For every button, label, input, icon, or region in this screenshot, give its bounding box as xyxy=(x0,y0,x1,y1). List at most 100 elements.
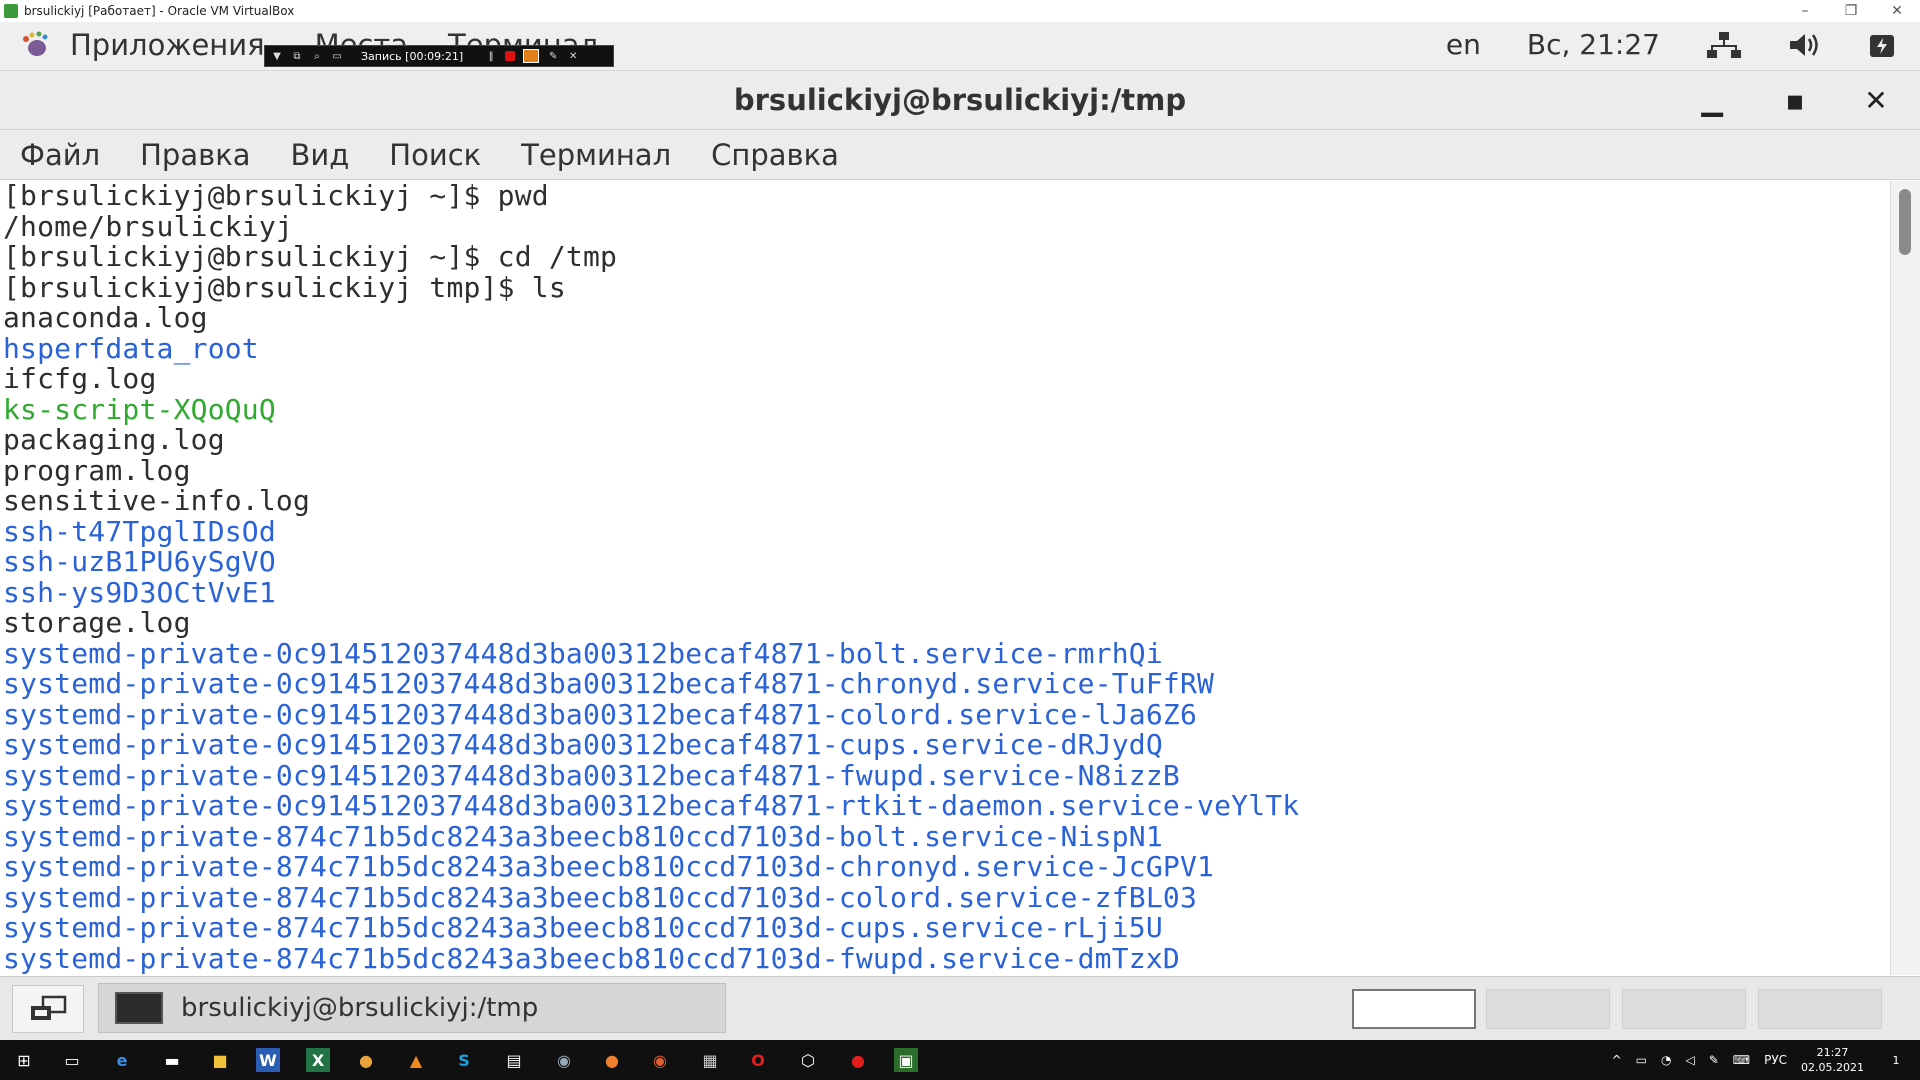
terminal-line: ssh-uzB1PU6ySgVO xyxy=(3,545,276,578)
system-clock[interactable]: 21:27 02.05.2021 xyxy=(1801,1045,1864,1075)
vbox-vm-icon[interactable]: ▣ xyxy=(894,1048,918,1072)
pen-workspace-icon[interactable]: ✎ xyxy=(1709,1053,1719,1067)
terminal-scrollbar[interactable] xyxy=(1890,181,1920,975)
terminal-line: [brsulickiyj@brsulickiyj ~]$ cd /tmp xyxy=(3,240,618,273)
record-icon[interactable] xyxy=(505,51,516,61)
gnome-bottom-panel: brsulickiyj@brsulickiyj:/tmp xyxy=(0,976,1920,1041)
speaker-icon[interactable]: ◁ xyxy=(1685,1053,1694,1067)
applications-menu[interactable]: Приложения xyxy=(70,28,265,62)
notepad-icon[interactable]: ▤ xyxy=(502,1048,526,1072)
panel-clock[interactable]: Вс, 21:27 xyxy=(1527,28,1660,61)
start-icon[interactable]: ⊞ xyxy=(12,1048,36,1072)
terminal-window-title: brsulickiyj@brsulickiyj:/tmp xyxy=(733,83,1187,117)
show-desktop-button[interactable] xyxy=(12,985,84,1033)
close-icon[interactable]: ✕ xyxy=(1856,83,1896,117)
battery-icon[interactable]: ▭ xyxy=(1636,1053,1647,1067)
wifi-icon[interactable]: ◔ xyxy=(1661,1053,1671,1067)
camera-icon[interactable] xyxy=(523,49,540,63)
tray-expand-icon[interactable]: ^ xyxy=(1612,1053,1622,1067)
recording-toolbar: ▼ ⧉ ⌕ ▭ Запись [00:09:21] ‖ ✎ ✕ xyxy=(264,45,614,67)
firefox-dev-icon[interactable]: ◉ xyxy=(648,1048,672,1072)
keyboard-layout-indicator[interactable]: en xyxy=(1446,28,1481,61)
excel-icon[interactable]: X xyxy=(306,1048,330,1072)
clock-time: 21:27 xyxy=(1816,1046,1849,1059)
show-desktop-icon xyxy=(31,995,67,1020)
pause-icon[interactable]: ‖ xyxy=(485,50,497,62)
terminal-line: packaging.log xyxy=(3,423,225,456)
system-tray: ^ ▭ ◔ ◁ ✎ ⌨ РУС 21:27 02.05.2021 xyxy=(1612,1040,1864,1080)
region-icon[interactable]: ▭ xyxy=(331,50,343,62)
terminal-line: systemd-private-0c914512037448d3ba00312b… xyxy=(3,697,1198,731)
explorer-icon[interactable]: ■ xyxy=(208,1048,232,1072)
host-window-buttons: – ❐ ✕ xyxy=(1782,0,1920,22)
terminal-line: systemd-private-874c71b5dc8243a3beecb810… xyxy=(3,911,1163,944)
minimize-icon[interactable]: ▁ xyxy=(1692,83,1732,117)
maximize-icon[interactable]: ▪ xyxy=(1775,83,1815,117)
terminal-line: systemd-private-874c71b5dc8243a3beecb810… xyxy=(3,941,1180,975)
terminal-menubar: Файл Правка Вид Поиск Терминал Справка xyxy=(0,130,1920,180)
terminal-line: ssh-t47TpglIDsOd xyxy=(3,514,276,548)
menu-edit[interactable]: Правка xyxy=(140,138,250,172)
windows-taskbar: ⊞ ▭ e ▬ ■ W X ● ▲ S ▤ ◉ ● ◉ ▦ O ⬡ ● ▣ ^ … xyxy=(0,1040,1920,1080)
close-icon[interactable]: ✕ xyxy=(1874,0,1920,22)
terminal-line: anaconda.log xyxy=(3,301,208,334)
terminal-line: ks-script-XQoQuQ xyxy=(3,392,276,426)
dropdown-icon[interactable]: ▼ xyxy=(271,50,283,62)
terminal-line: storage.log xyxy=(3,606,191,639)
volume-icon[interactable] xyxy=(1788,31,1822,59)
menu-file[interactable]: Файл xyxy=(20,138,100,172)
clock-date: 02.05.2021 xyxy=(1801,1061,1864,1074)
close-icon[interactable]: ✕ xyxy=(567,50,579,62)
steam-icon[interactable]: ◉ xyxy=(552,1048,576,1072)
taskbar-terminal-window[interactable]: brsulickiyj@brsulickiyj:/tmp xyxy=(98,983,726,1033)
workspace-2[interactable] xyxy=(1486,989,1610,1029)
terminal-line: systemd-private-0c914512037448d3ba00312b… xyxy=(3,789,1300,822)
virtualbox-icon[interactable]: ⬡ xyxy=(796,1048,820,1072)
terminal-line: program.log xyxy=(3,453,191,487)
taskbar-terminal-label: brsulickiyj@brsulickiyj:/tmp xyxy=(181,993,539,1023)
skype-icon[interactable]: S xyxy=(452,1048,476,1072)
terminal-line: systemd-private-0c914512037448d3ba00312b… xyxy=(3,728,1163,761)
terminal-line: hsperfdata_root xyxy=(3,331,259,365)
terminal-output[interactable]: [brsulickiyj@brsulickiyj ~]$ pwd/home/br… xyxy=(0,181,1890,975)
menu-help[interactable]: Справка xyxy=(711,138,839,172)
notification-count: 1 xyxy=(1892,1053,1900,1067)
window-icon[interactable]: ⧉ xyxy=(291,50,303,62)
power-icon[interactable] xyxy=(1868,31,1896,59)
network-icon[interactable] xyxy=(1706,30,1742,60)
terminal-line: systemd-private-874c71b5dc8243a3beecb810… xyxy=(3,880,1198,914)
terminal-line: systemd-private-0c914512037448d3ba00312b… xyxy=(3,758,1180,792)
firefox-icon[interactable]: ● xyxy=(600,1048,624,1072)
keyboard-icon[interactable]: ⌨ xyxy=(1733,1053,1750,1067)
chrome-icon[interactable]: ● xyxy=(354,1048,378,1072)
pen-icon[interactable]: ✎ xyxy=(547,50,559,62)
record-app-icon[interactable]: ● xyxy=(846,1048,870,1072)
task-view-icon[interactable]: ▭ xyxy=(60,1048,84,1072)
restore-icon[interactable]: ❐ xyxy=(1828,0,1874,22)
terminal-line: [brsulickiyj@brsulickiyj tmp]$ ls xyxy=(3,270,566,304)
tray-language[interactable]: РУС xyxy=(1764,1053,1787,1067)
terminal-line: systemd-private-0c914512037448d3ba00312b… xyxy=(3,636,1163,670)
workspace-4[interactable] xyxy=(1758,989,1882,1029)
workspace-3[interactable] xyxy=(1622,989,1746,1029)
files-icon[interactable]: ▦ xyxy=(698,1048,722,1072)
cmd-icon[interactable]: ▬ xyxy=(160,1048,184,1072)
menu-search[interactable]: Поиск xyxy=(389,138,481,172)
menu-terminal[interactable]: Терминал xyxy=(521,138,671,172)
terminal-line: /home/brsulickiyj xyxy=(3,209,293,243)
recording-timer: Запись [00:09:21] xyxy=(361,49,464,63)
gnome-foot-icon xyxy=(23,31,48,56)
vlc-icon[interactable]: ▲ xyxy=(404,1048,428,1072)
word-icon[interactable]: W xyxy=(256,1048,280,1072)
menu-view[interactable]: Вид xyxy=(291,138,350,172)
edge-icon[interactable]: e xyxy=(110,1048,134,1072)
minimize-icon[interactable]: – xyxy=(1782,0,1828,22)
notifications-icon[interactable]: 1 xyxy=(1884,1048,1908,1072)
virtualbox-icon xyxy=(4,4,18,18)
scrollbar-thumb[interactable] xyxy=(1899,189,1911,255)
zoom-icon[interactable]: ⌕ xyxy=(311,50,323,62)
workspace-1[interactable] xyxy=(1352,989,1476,1029)
terminal-line: systemd-private-874c71b5dc8243a3beecb810… xyxy=(3,850,1215,883)
terminal-titlebar: brsulickiyj@brsulickiyj:/tmp ▁ ▪ ✕ xyxy=(0,71,1920,130)
opera-icon[interactable]: O xyxy=(746,1048,770,1072)
